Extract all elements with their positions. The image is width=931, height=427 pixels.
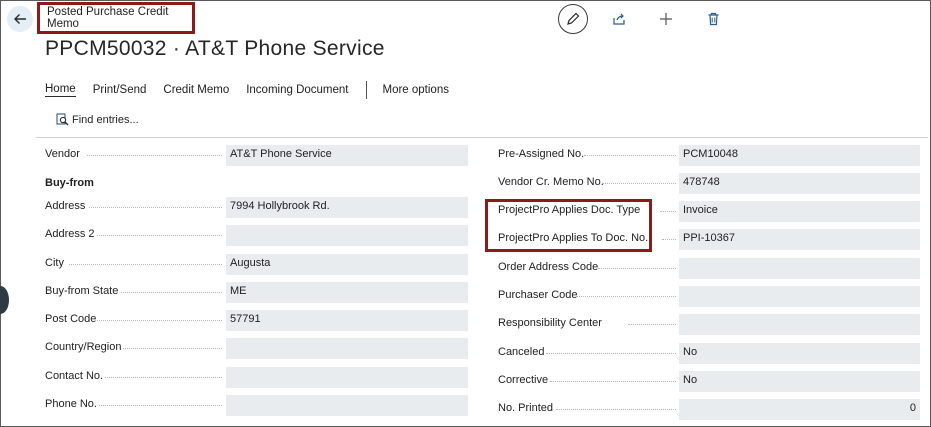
city-input[interactable]: Augusta (226, 254, 468, 275)
field-contact-no: Contact No. (45, 367, 468, 388)
field-label: Corrective (498, 374, 549, 386)
delete-button[interactable] (698, 4, 728, 34)
field-address: Address 7994 Hollybrook Rd. (45, 197, 468, 218)
leader-dots (598, 268, 676, 269)
field-corrective: Corrective No (498, 371, 920, 392)
leader-dots (69, 264, 222, 265)
applies-to-doc-no-input[interactable]: PPI-10367 (679, 229, 920, 250)
field-order-address-code: Order Address Code (498, 258, 920, 279)
field-responsibility-center: Responsibility Center (498, 314, 920, 335)
field-label: No. Printed (498, 402, 554, 414)
vendor-cr-memo-no-input[interactable]: 478748 (679, 173, 920, 194)
menu-incoming-document[interactable]: Incoming Document (246, 84, 348, 96)
edit-icon (567, 12, 580, 25)
field-label: Purchaser Code (498, 289, 578, 301)
address-2-input[interactable] (226, 225, 468, 246)
canceled-input[interactable]: No (679, 343, 920, 364)
leader-dots (105, 377, 222, 378)
field-label: City (45, 257, 64, 269)
leader-dots (121, 292, 222, 293)
field-address-2: Address 2 (45, 225, 468, 246)
field-no-printed: No. Printed 0 (498, 399, 920, 420)
field-buy-from-state: Buy-from State ME (45, 282, 468, 303)
field-city: City Augusta (45, 254, 468, 275)
field-vendor-cr-memo-no: Vendor Cr. Memo No. 478748 (498, 173, 920, 194)
section-buy-from: Buy-from (45, 177, 94, 189)
phone-no-input[interactable] (226, 395, 468, 416)
buy-from-state-input[interactable]: ME (226, 282, 468, 303)
leader-dots (89, 207, 222, 208)
page-caption: Posted Purchase Credit Memo (37, 2, 195, 34)
leader-dots (97, 320, 222, 321)
delete-icon (708, 12, 718, 26)
field-label: Vendor Cr. Memo No. (498, 176, 604, 188)
field-label: Pre-Assigned No. (498, 148, 585, 160)
field-label: Canceled (498, 346, 545, 358)
corrective-input[interactable]: No (679, 371, 920, 392)
menu-print-send[interactable]: Print/Send (93, 84, 147, 96)
menu-credit-memo[interactable]: Credit Memo (163, 84, 229, 96)
find-entries-button[interactable]: Find entries... (56, 113, 139, 126)
vendor-input[interactable]: AT&T Phone Service (226, 145, 468, 166)
field-label: Phone No. (45, 398, 97, 410)
field-label: Responsibility Center (498, 317, 602, 329)
edit-button[interactable] (558, 4, 588, 34)
leader-dots (584, 155, 676, 156)
field-label: Post Code (45, 313, 97, 325)
no-printed-input[interactable]: 0 (679, 399, 920, 420)
page-title: PPCM50032 · AT&T Phone Service (45, 37, 385, 60)
field-purchaser-code: Purchaser Code (498, 286, 920, 307)
field-label: Buy-from State (45, 285, 119, 297)
field-label: Vendor (45, 148, 80, 160)
leader-dots (660, 211, 676, 212)
leader-dots (556, 409, 676, 410)
menu-separator (365, 81, 367, 99)
order-address-code-input[interactable] (679, 258, 920, 279)
field-canceled: Canceled No (498, 343, 920, 364)
share-button[interactable] (604, 4, 634, 34)
leader-dots (576, 296, 676, 297)
applies-doc-type-input[interactable]: Invoice (679, 201, 920, 222)
purchaser-code-input[interactable] (679, 286, 920, 307)
back-button[interactable] (7, 6, 33, 32)
page-caption-text: Posted Purchase Credit Memo (47, 6, 169, 30)
field-phone-no: Phone No. (45, 395, 468, 416)
field-label: Contact No. (45, 370, 104, 382)
menu-home[interactable]: Home (45, 83, 76, 97)
menu-more-options[interactable]: More options (383, 84, 449, 96)
pre-assigned-no-input[interactable]: PCM10048 (679, 145, 920, 166)
find-entries-icon (56, 113, 69, 126)
leader-dots (662, 239, 676, 240)
leader-dots (602, 183, 676, 184)
responsibility-center-input[interactable] (679, 314, 920, 335)
divider (36, 137, 928, 138)
address-input[interactable]: 7994 Hollybrook Rd. (226, 197, 468, 218)
leader-dots (99, 405, 222, 406)
leader-dots (97, 235, 222, 236)
field-post-code: Post Code 57791 (45, 310, 468, 331)
new-button[interactable] (651, 4, 681, 34)
field-label: Address (45, 200, 86, 212)
field-vendor: Vendor AT&T Phone Service (45, 145, 468, 166)
field-country-region: Country/Region (45, 338, 468, 359)
contact-no-input[interactable] (226, 367, 468, 388)
arrow-left-icon (14, 14, 26, 24)
country-region-input[interactable] (226, 338, 468, 359)
find-entries-label: Find entries... (72, 113, 139, 126)
leader-dots (550, 381, 676, 382)
leader-dots (123, 348, 222, 349)
leader-dots (87, 155, 222, 156)
share-icon (613, 13, 625, 25)
leader-dots (546, 353, 676, 354)
field-label: Order Address Code (498, 261, 599, 273)
leader-dots (628, 324, 676, 325)
field-label: Address 2 (45, 228, 95, 240)
action-menu: Home Print/Send Credit Memo Incoming Doc… (45, 80, 466, 100)
add-icon (660, 13, 672, 25)
highlight-box (485, 199, 652, 252)
post-code-input[interactable]: 57791 (226, 310, 468, 331)
field-label: Country/Region (45, 341, 122, 353)
field-pre-assigned-no: Pre-Assigned No. PCM10048 (498, 145, 920, 166)
